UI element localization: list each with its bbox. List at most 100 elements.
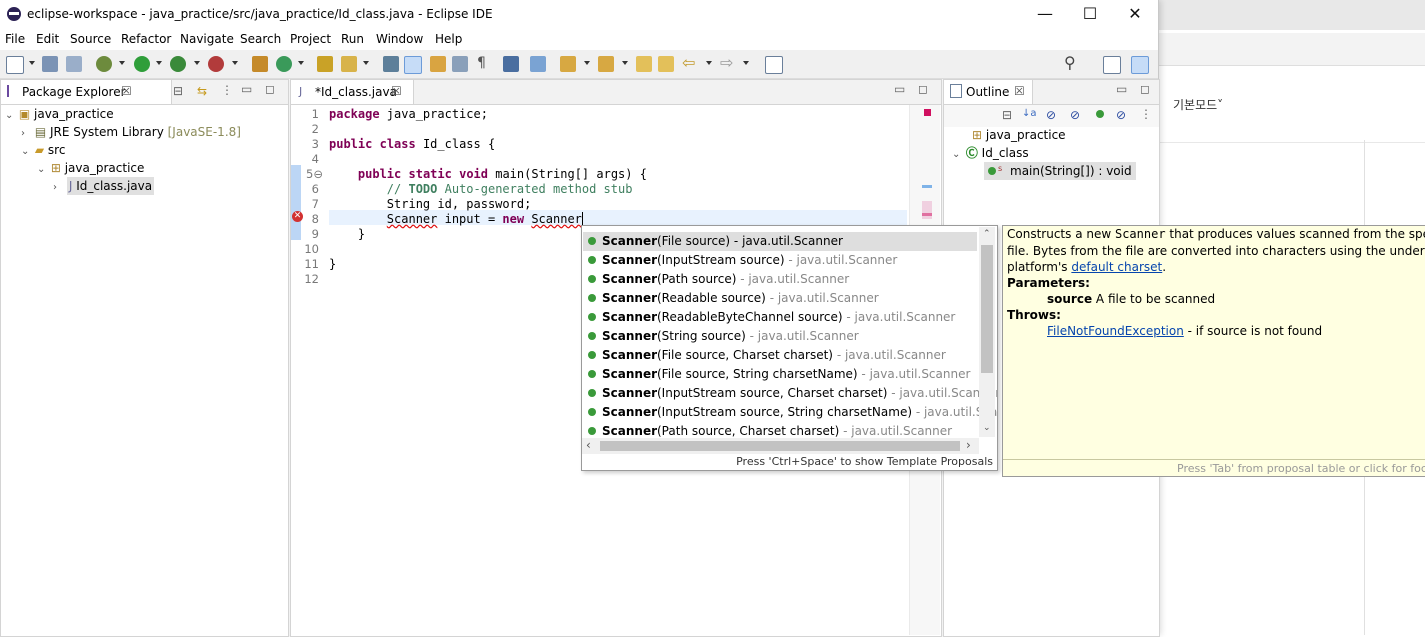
hide-static-icon[interactable]: ⊘ xyxy=(1070,108,1080,122)
proposal-item[interactable]: Scanner(Readable source) - java.util.Sca… xyxy=(588,289,879,308)
minimize-view-icon[interactable]: ▭ xyxy=(1116,82,1127,96)
hide-local-types-icon[interactable]: ⊘ xyxy=(1116,108,1126,122)
hscrollbar-thumb[interactable] xyxy=(600,441,960,451)
chevron-down-icon[interactable]: ⌄ xyxy=(5,107,15,125)
menu-navigate[interactable]: Navigate xyxy=(180,32,234,46)
menu-search[interactable]: Search xyxy=(240,32,281,46)
chevron-down-icon[interactable]: ⌄ xyxy=(21,143,31,161)
chevron-down-icon[interactable]: ⌄ xyxy=(37,161,47,179)
word-wrap-icon[interactable] xyxy=(452,56,468,72)
hide-nonpublic-icon[interactable] xyxy=(1096,110,1104,118)
tab-close-icon[interactable]: ☒ xyxy=(121,84,132,98)
scroll-left-icon[interactable]: ‹ xyxy=(586,438,591,452)
new-icon[interactable] xyxy=(6,56,24,74)
sort-icon[interactable]: ↓a xyxy=(1022,108,1037,119)
proposal-item[interactable]: Scanner(Path source) - java.util.Scanner xyxy=(588,270,849,289)
tab-close-icon[interactable]: ☒ xyxy=(391,84,402,98)
proposal-item[interactable]: Scanner(InputStream source, Charset char… xyxy=(588,384,997,403)
link-with-editor-icon[interactable]: ⇆ xyxy=(197,84,207,98)
scroll-up-icon[interactable]: ⌃ xyxy=(983,229,991,239)
debug-dropdown-icon[interactable] xyxy=(119,61,125,65)
scroll-down-icon[interactable]: ⌄ xyxy=(983,423,991,433)
new-class-dropdown-icon[interactable] xyxy=(298,61,304,65)
forward-arrow-icon[interactable]: ⇨ xyxy=(720,53,733,72)
filenotfound-link[interactable]: FileNotFoundException xyxy=(1047,324,1184,338)
search-icon[interactable] xyxy=(341,56,357,72)
hide-fields-icon[interactable]: ⊘ xyxy=(1046,108,1056,122)
proposal-item[interactable]: Scanner(Path source, Charset charset) - … xyxy=(588,422,952,438)
tree-item-src[interactable]: ⌄ ▰ src xyxy=(21,141,65,159)
menu-help[interactable]: Help xyxy=(435,32,462,46)
skip-breakpoints-icon[interactable] xyxy=(530,56,546,72)
proposal-item[interactable]: Scanner(File source) - java.util.Scanner xyxy=(588,232,843,251)
save-all-icon[interactable] xyxy=(66,56,82,72)
maximize-button[interactable]: ☐ xyxy=(1067,0,1113,30)
external-tools-icon[interactable] xyxy=(208,56,224,72)
next-annotation-icon[interactable] xyxy=(560,56,576,72)
menu-file[interactable]: File xyxy=(5,32,25,46)
menu-project[interactable]: Project xyxy=(290,32,331,46)
back-dropdown-icon[interactable] xyxy=(706,61,712,65)
chevron-right-icon[interactable]: › xyxy=(53,179,63,197)
coverage-icon[interactable] xyxy=(170,56,186,72)
forward-dropdown-icon[interactable] xyxy=(743,61,749,65)
editor-tab[interactable]: J *Id_class.java ☒ xyxy=(291,80,414,104)
mark-occurrences-icon[interactable] xyxy=(404,56,422,74)
run-dropdown-icon[interactable] xyxy=(156,61,162,65)
horizontal-scrollbar[interactable]: ‹ › xyxy=(582,438,979,454)
pin-editor-icon[interactable] xyxy=(765,56,783,74)
proposal-item[interactable]: Scanner(String source) - java.util.Scann… xyxy=(588,327,859,346)
java-perspective-icon[interactable] xyxy=(1131,56,1149,74)
menu-edit[interactable]: Edit xyxy=(36,32,59,46)
outline-item-class[interactable]: ⌄ Ⓒ Id_class xyxy=(952,144,1029,162)
open-perspective-icon[interactable] xyxy=(1103,56,1121,74)
tab-close-icon[interactable]: ☒ xyxy=(1014,84,1025,98)
last-edit-location-icon[interactable] xyxy=(636,56,652,72)
tree-item-file[interactable]: › J Id_class.java xyxy=(53,177,155,197)
tree-item-project[interactable]: ⌄ ▣ java_practice xyxy=(5,105,114,123)
new-java-class-icon[interactable] xyxy=(276,56,292,72)
menu-refactor[interactable]: Refactor xyxy=(121,32,171,46)
background-mode-dropdown[interactable]: 기본모드˅ xyxy=(1173,96,1223,113)
collapse-all-icon[interactable]: ⊟ xyxy=(1002,108,1012,122)
external-tools-dropdown-icon[interactable] xyxy=(232,61,238,65)
view-menu-icon[interactable]: ⋮ xyxy=(1140,107,1152,121)
new-dropdown-icon[interactable] xyxy=(29,61,35,65)
outline-tab[interactable]: Outline ☒ xyxy=(944,80,1033,104)
tree-item-package[interactable]: ⌄ ⊞ java_practice xyxy=(37,159,144,177)
new-java-package-icon[interactable] xyxy=(252,56,268,72)
debug-icon[interactable] xyxy=(96,56,112,72)
outline-item-package[interactable]: ⊞ java_practice xyxy=(972,126,1066,144)
search-icon-right[interactable]: ⚲ xyxy=(1064,53,1076,72)
proposal-item[interactable]: Scanner(InputStream source) - java.util.… xyxy=(588,251,897,270)
package-explorer-tab[interactable]: Package Explorer ☒ xyxy=(1,80,172,104)
minimize-view-icon[interactable]: ▭ xyxy=(894,82,905,96)
minimize-view-icon[interactable]: ▭ xyxy=(241,82,252,96)
default-charset-link[interactable]: default charset xyxy=(1071,260,1162,274)
close-button[interactable]: ✕ xyxy=(1112,0,1158,30)
proposal-item[interactable]: Scanner(InputStream source, String chars… xyxy=(588,403,997,422)
maximize-view-icon[interactable]: ◻ xyxy=(1140,82,1150,96)
javadoc-popup[interactable]: Constructs a new Scanner that produces v… xyxy=(1002,225,1425,477)
menu-run[interactable]: Run xyxy=(341,32,364,46)
scrollbar-thumb[interactable] xyxy=(981,245,993,373)
menu-source[interactable]: Source xyxy=(70,32,111,46)
next-annotation-dropdown-icon[interactable] xyxy=(584,61,590,65)
collapse-all-icon[interactable]: ⊟ xyxy=(173,84,183,98)
maximize-view-icon[interactable]: ◻ xyxy=(265,82,275,96)
prev-annotation-dropdown-icon[interactable] xyxy=(622,61,628,65)
back-arrow-icon[interactable]: ⇦ xyxy=(682,53,695,72)
error-overview-marker[interactable] xyxy=(924,109,931,116)
terminal-icon[interactable] xyxy=(503,56,519,72)
vertical-scrollbar[interactable]: ⌃ ⌄ xyxy=(979,227,995,437)
forward-edit-icon[interactable] xyxy=(658,56,674,72)
proposal-item[interactable]: Scanner(File source, String charsetName)… xyxy=(588,365,970,384)
line-number[interactable]: 5⊖ xyxy=(295,167,323,181)
proposal-list[interactable]: Scanner(File source) - java.util.Scanner… xyxy=(582,226,997,438)
block-selection-icon[interactable] xyxy=(430,56,446,72)
chevron-down-icon[interactable]: ⌄ xyxy=(952,146,962,164)
search-dropdown-icon[interactable] xyxy=(363,61,369,65)
save-icon[interactable] xyxy=(42,56,58,72)
coverage-dropdown-icon[interactable] xyxy=(194,61,200,65)
view-menu-icon[interactable]: ⋮ xyxy=(221,83,233,97)
